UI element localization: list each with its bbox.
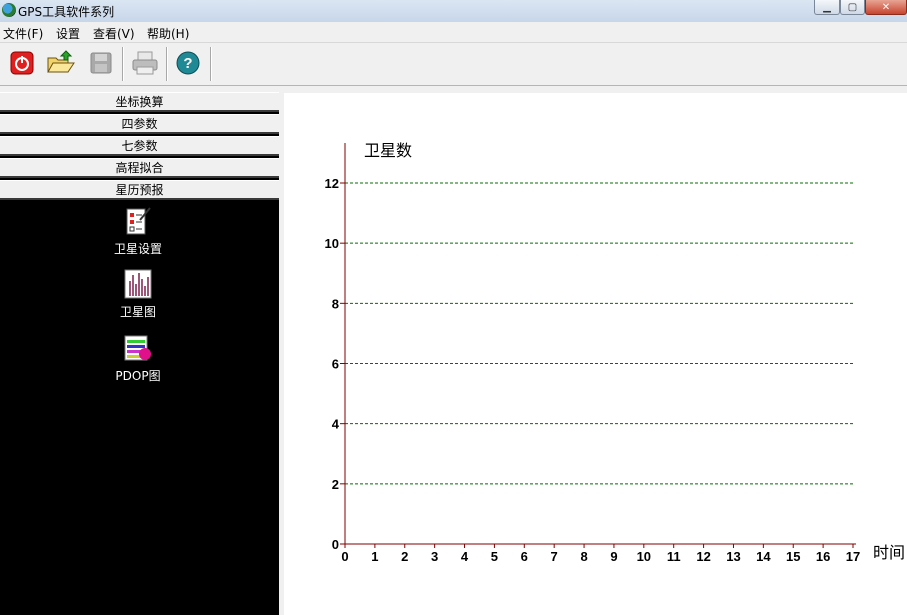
save-button[interactable]	[85, 47, 117, 79]
title-bar[interactable]: GPS工具软件系列 ▁ ▢ ✕	[0, 0, 907, 23]
y-tick-label: 12	[325, 176, 339, 191]
window-title: GPS工具软件系列	[18, 5, 115, 19]
category-coordinate-conversion[interactable]: 坐标换算	[0, 92, 279, 112]
checklist-icon	[126, 207, 151, 235]
category-four-parameters[interactable]: 四参数	[0, 114, 279, 134]
close-button[interactable]: ✕	[865, 0, 907, 15]
minimize-button[interactable]: ▁	[814, 0, 840, 15]
x-tick-label: 10	[637, 549, 651, 564]
toolbar-separator	[210, 47, 212, 81]
y-axis-title: 卫星数	[364, 141, 412, 160]
maximize-icon: ▢	[847, 1, 858, 13]
maximize-button[interactable]: ▢	[840, 0, 865, 15]
x-tick-label: 8	[580, 549, 587, 564]
y-tick-label: 8	[332, 296, 339, 311]
x-tick-label: 12	[696, 549, 710, 564]
print-button[interactable]	[129, 47, 161, 79]
x-tick-label: 4	[461, 549, 469, 564]
tool-label: 卫星设置	[113, 242, 162, 256]
x-tick-label: 9	[610, 549, 617, 564]
open-button[interactable]	[45, 47, 77, 79]
tool-satellite-chart[interactable]: 卫星图	[100, 269, 176, 320]
x-axis-title: 时间	[873, 543, 905, 562]
x-tick-label: 13	[726, 549, 740, 564]
menu-view[interactable]: 查看(V)	[93, 25, 135, 42]
tool-pdop-chart[interactable]: PDOP图	[100, 333, 176, 384]
category-seven-parameters[interactable]: 七参数	[0, 136, 279, 156]
x-tick-label: 17	[846, 549, 860, 564]
folder-open-icon	[47, 50, 75, 73]
x-tick-label: 6	[521, 549, 528, 564]
y-tick-label: 6	[332, 357, 339, 372]
printer-icon	[132, 51, 158, 75]
minimize-icon: ▁	[823, 1, 831, 13]
menu-bar: 文件(F) 设置 查看(V) 帮助(H)	[0, 22, 907, 43]
menu-file[interactable]: 文件(F)	[3, 25, 43, 42]
menu-help[interactable]: 帮助(H)	[147, 25, 189, 42]
svg-text:?: ?	[183, 55, 192, 72]
x-tick-label: 5	[491, 549, 498, 564]
satellite-count-chart: 0246810120 1 2 3 4 5 6 7 8 9 10 11 12 13 14 15 16 17卫星数时间	[325, 141, 905, 564]
chart-area: 0 2 4 6 8 10 12 0 1 2 3 4 5 6 7 8 9 10 11 12 13 14 15 16 17 卫星数 时间	[284, 93, 907, 615]
y-tick-label: 4	[332, 417, 340, 432]
power-icon	[10, 51, 34, 75]
tool-label: PDOP图	[115, 369, 161, 383]
x-tick-label: 3	[431, 549, 438, 564]
tool-satellite-settings[interactable]: 卫星设置	[100, 206, 176, 257]
bar-chart-icon	[124, 269, 152, 299]
y-tick-label: 0	[332, 537, 339, 552]
toolbar: ?	[0, 43, 907, 86]
x-tick-label: 16	[816, 549, 830, 564]
y-tick-label: 10	[325, 236, 339, 251]
x-tick-label: 1	[371, 549, 378, 564]
power-button[interactable]	[6, 47, 38, 79]
x-tick-label: 11	[667, 549, 681, 564]
x-tick-label: 7	[551, 549, 558, 564]
save-icon	[90, 52, 112, 74]
tool-label: 卫星图	[119, 305, 156, 319]
x-tick-label: 0	[341, 549, 348, 564]
x-tick-label: 14	[756, 549, 771, 564]
pdop-chart-icon	[124, 335, 151, 361]
x-tick-label: 15	[786, 549, 800, 564]
left-panel: 坐标换算 四参数 七参数 高程拟合 星历预报 卫星设置 卫星图 PDOP图	[0, 92, 279, 615]
close-icon: ✕	[881, 1, 891, 13]
help-button[interactable]: ?	[172, 47, 204, 79]
globe-icon	[2, 3, 16, 17]
help-icon: ?	[176, 51, 200, 75]
x-tick-label: 2	[401, 549, 408, 564]
menu-settings[interactable]: 设置	[56, 25, 80, 42]
toolbar-separator	[122, 47, 124, 81]
category-height-fitting[interactable]: 高程拟合	[0, 158, 279, 178]
y-tick-label: 2	[332, 477, 339, 492]
category-ephemeris-forecast[interactable]: 星历预报	[0, 180, 279, 200]
toolbar-separator	[166, 47, 168, 81]
